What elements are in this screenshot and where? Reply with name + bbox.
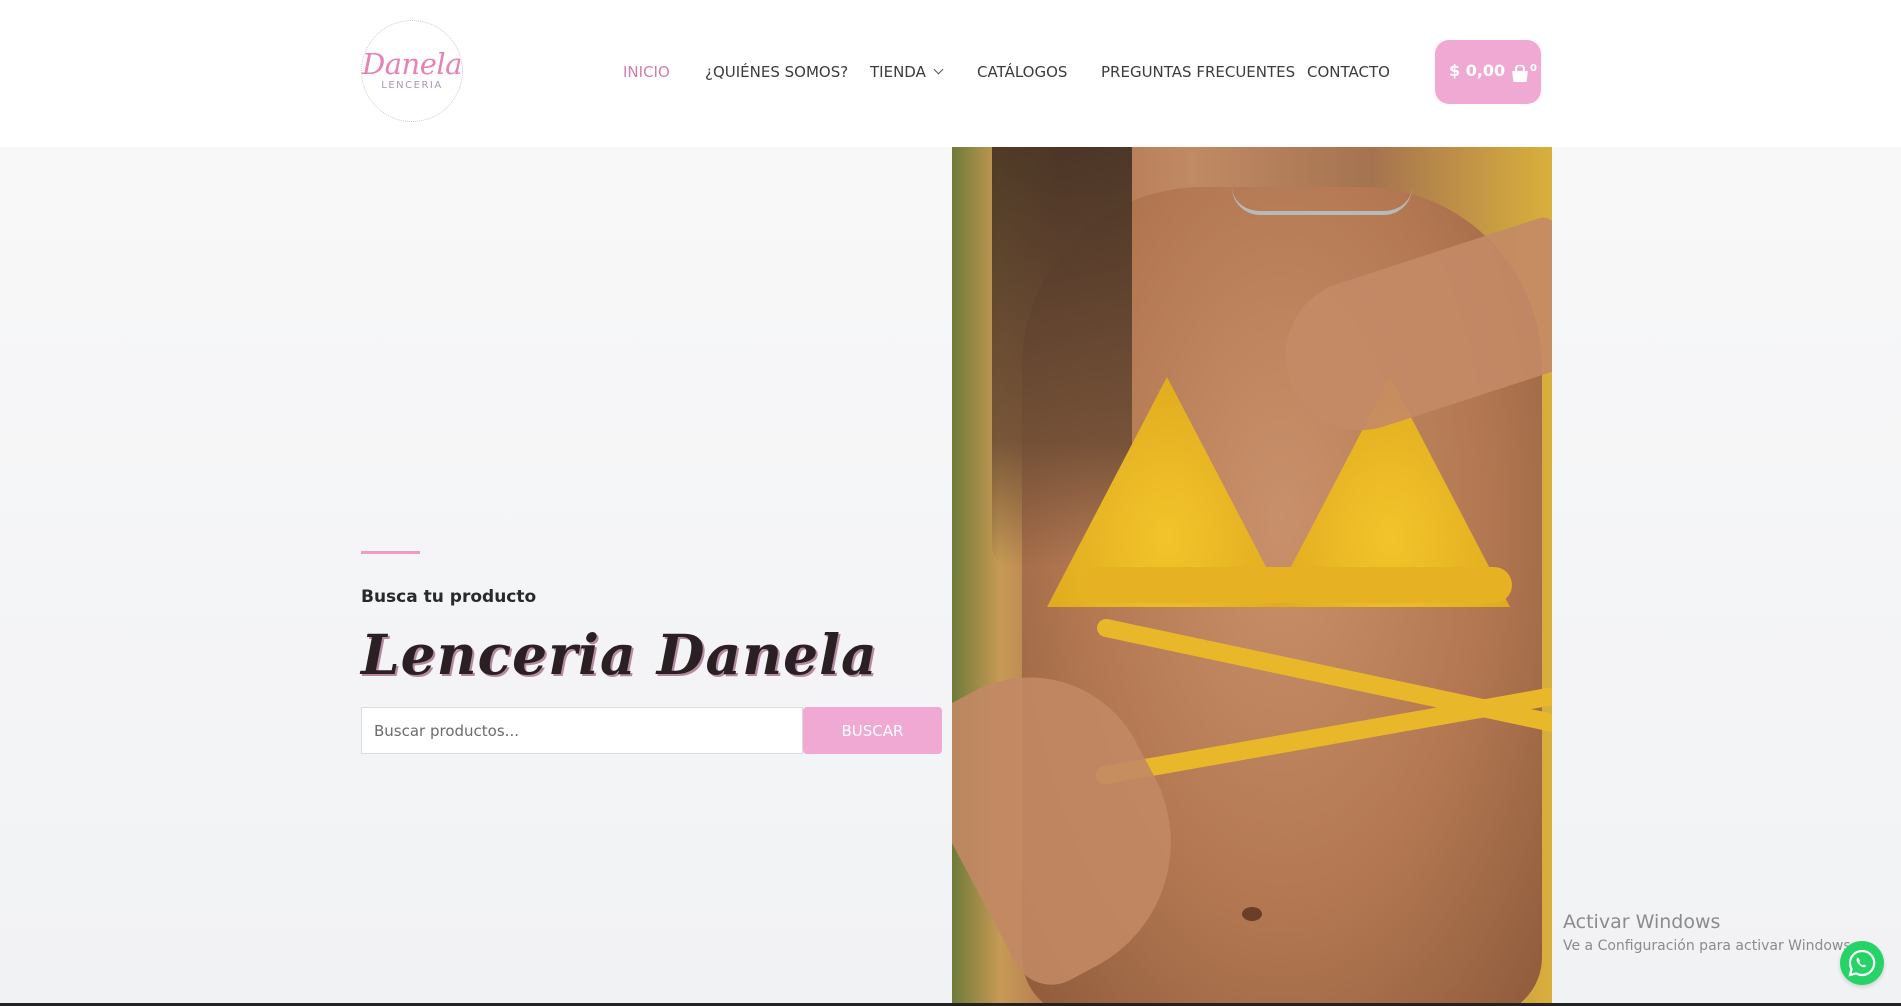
cart-count: 0 [1530,63,1537,74]
search-button[interactable]: BUSCAR [803,707,942,754]
whatsapp-button[interactable] [1840,941,1884,985]
nav-item-inicio[interactable]: INICIO [623,62,670,82]
site-header: Danela LENCERIA INICIO ¿QUIÉNES SOMOS? T… [0,0,1901,147]
hero-section [0,147,1901,1006]
hero-title: Lenceria Danela [361,622,878,687]
nav-item-tienda-label: TIENDA [870,63,926,81]
nav-item-quienes-somos[interactable]: ¿QUIÉNES SOMOS? [705,62,848,82]
nav-item-tienda[interactable]: TIENDA [870,62,944,82]
cart-amount: $ 0,00 [1449,61,1506,80]
watermark-sub: Ve a Configuración para activar Windows. [1563,938,1856,954]
necklace [1232,187,1412,215]
logo[interactable]: Danela LENCERIA [361,20,463,122]
navel [1242,907,1262,921]
watermark-title: Activar Windows [1563,911,1721,933]
windows-activation-watermark: Activar Windows Ve a Configuración para … [1563,911,1855,954]
search-input[interactable] [361,707,803,754]
nav-item-contacto[interactable]: CONTACTO [1307,62,1390,82]
hero-image [952,147,1552,1004]
chevron-down-icon [933,64,944,75]
bikini-band [1082,567,1512,603]
hero-kicker: Busca tu producto [361,587,537,607]
nav-item-catalogos[interactable]: CATÁLOGOS [977,62,1067,82]
nav-item-preguntas-frecuentes[interactable]: PREGUNTAS FRECUENTES [1101,62,1295,82]
whatsapp-icon [1848,949,1876,977]
logo-sub: LENCERIA [381,80,443,91]
shopping-bag-icon [1512,65,1528,82]
accent-line [361,551,420,554]
logo-script: Danela [362,47,462,81]
cart-button[interactable]: $ 0,00 0 [1435,40,1541,104]
